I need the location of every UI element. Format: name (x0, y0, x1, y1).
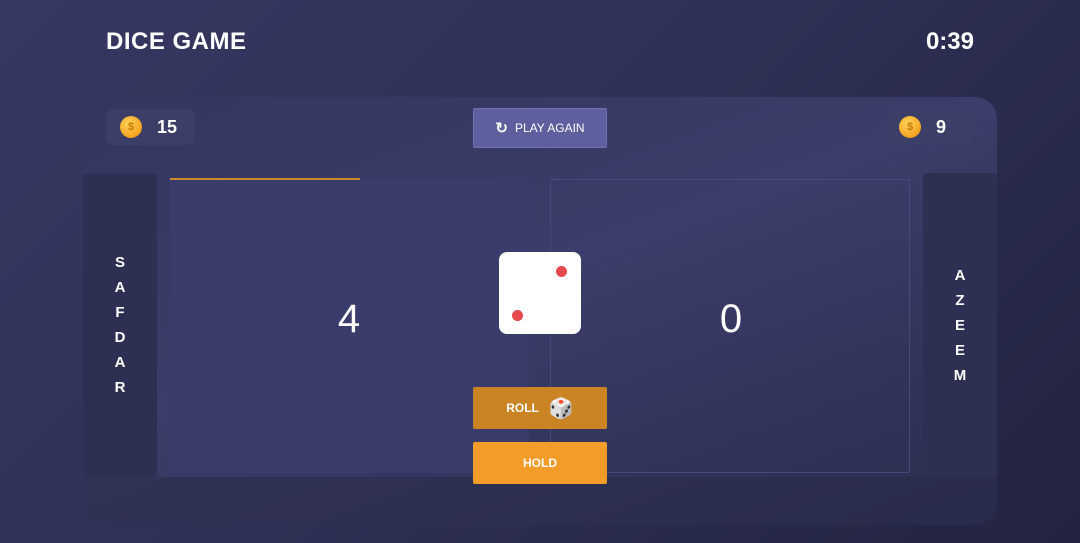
right-player-score: 0 (719, 297, 743, 341)
right-coin-counter: $ 9 (885, 109, 974, 145)
play-again-label: PLAY AGAIN (514, 121, 585, 135)
name-letter: S (114, 254, 125, 271)
name-letter: F (115, 304, 125, 321)
active-player-indicator (170, 178, 360, 180)
timer: 0:39 (925, 28, 974, 55)
hold-label: HOLD (523, 456, 557, 470)
dice-pip (556, 266, 567, 277)
refresh-icon: ↻ (495, 120, 508, 137)
name-letter: Z (955, 291, 965, 309)
hand-dice-icon: 🎲 (548, 397, 574, 420)
play-again-button[interactable]: ↻ PLAY AGAIN (473, 108, 607, 148)
name-letter: M (953, 366, 967, 384)
coin-icon: $ (899, 116, 921, 138)
roll-label: ROLL (506, 401, 539, 415)
name-letter: A (114, 279, 126, 296)
page-title: DICE GAME (106, 28, 247, 55)
name-letter: E (954, 316, 965, 334)
right-player-name: A Z E E M (923, 173, 997, 477)
name-letter: E (954, 341, 965, 359)
name-letter: D (114, 329, 126, 346)
name-letter: A (954, 266, 966, 284)
hold-button[interactable]: HOLD (473, 442, 607, 484)
coin-icon: $ (120, 116, 142, 138)
dice-pip (512, 310, 523, 321)
game-board: $ 15 ↻ PLAY AGAIN $ 9 S A F D A R A Z E … (83, 97, 997, 525)
left-player-score: 4 (337, 297, 361, 341)
name-letter: A (114, 354, 126, 371)
right-coin-count: 9 (936, 116, 947, 137)
name-letter: R (114, 379, 126, 396)
left-player-name: S A F D A R (83, 173, 157, 477)
board-footer (83, 477, 997, 525)
left-coin-count: 15 (157, 116, 178, 137)
dice-face (499, 252, 581, 334)
left-coin-counter: $ 15 (106, 109, 195, 145)
roll-button[interactable]: ROLL 🎲 (473, 387, 607, 429)
